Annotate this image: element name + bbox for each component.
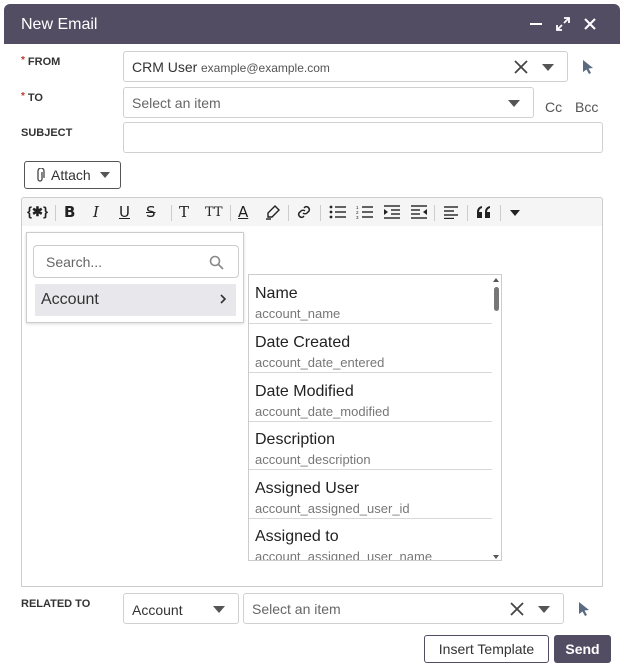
from-value-email: example@example.com xyxy=(201,61,330,75)
related-to-label: RELATED TO xyxy=(21,598,91,610)
list-item[interactable]: Date Created account_date_entered xyxy=(249,324,492,373)
clear-icon[interactable] xyxy=(514,60,528,74)
toolbar-divider xyxy=(320,205,321,221)
paperclip-icon xyxy=(35,167,45,183)
underline-icon[interactable]: U xyxy=(119,203,130,221)
bullet-list-icon[interactable] xyxy=(329,203,347,221)
minimize-icon[interactable] xyxy=(526,14,546,34)
scroll-down-icon[interactable] xyxy=(493,555,499,559)
toolbar-divider xyxy=(171,205,172,221)
to-placeholder: Select an item xyxy=(132,95,221,111)
svg-text:3: 3 xyxy=(356,215,359,219)
chevron-down-icon[interactable] xyxy=(508,100,520,107)
email-body-editor[interactable]: Search... Account Name account_name Date… xyxy=(21,226,603,587)
cc-link[interactable]: Cc xyxy=(545,99,562,115)
chevron-down-icon[interactable] xyxy=(538,606,550,613)
indent-icon[interactable] xyxy=(383,203,401,221)
align-icon[interactable] xyxy=(443,203,459,221)
toolbar-divider xyxy=(230,205,231,221)
search-icon xyxy=(209,255,224,275)
chevron-down-icon[interactable] xyxy=(542,64,554,71)
list-item[interactable]: Date Modified account_date_modified xyxy=(249,373,492,422)
clear-icon[interactable] xyxy=(510,602,524,616)
scroll-up-icon[interactable] xyxy=(493,278,499,282)
font-size-icon[interactable]: T xyxy=(179,203,189,221)
highlight-icon[interactable] xyxy=(265,203,281,221)
to-select[interactable]: Select an item xyxy=(123,87,534,118)
new-email-dialog: New Email * FROM CRM User example@example… xyxy=(4,4,620,669)
close-icon[interactable] xyxy=(580,14,600,34)
scroll-thumb[interactable] xyxy=(494,287,499,311)
from-label: * FROM xyxy=(21,55,61,68)
toolbar-divider xyxy=(467,205,468,221)
list-item[interactable]: Assigned to account_assigned_user_name xyxy=(249,518,492,560)
dialog-title: New Email xyxy=(21,16,98,33)
send-button[interactable]: Send xyxy=(554,635,611,663)
attach-button[interactable]: Attach xyxy=(24,161,121,189)
toolbar-divider xyxy=(288,205,289,221)
select-pointer-icon[interactable] xyxy=(576,601,592,617)
blockquote-icon[interactable] xyxy=(477,203,492,221)
chevron-down-icon[interactable] xyxy=(213,606,225,613)
variables-icon[interactable]: {✱} xyxy=(27,203,48,221)
maximize-icon[interactable] xyxy=(553,14,573,34)
insert-template-button[interactable]: Insert Template xyxy=(424,635,549,663)
related-module-select[interactable]: Account xyxy=(123,593,239,624)
editor-toolbar: {✱} B I U S T TT A 123 xyxy=(21,197,603,227)
toolbar-divider xyxy=(434,205,435,221)
numbered-list-icon[interactable]: 123 xyxy=(356,203,374,221)
from-select[interactable]: CRM User example@example.com xyxy=(123,51,568,82)
toolbar-divider xyxy=(55,205,56,221)
variable-module-panel: Search... Account xyxy=(26,232,244,323)
toolbar-divider xyxy=(500,205,501,221)
to-label: * TO xyxy=(21,91,43,104)
bold-icon[interactable]: B xyxy=(64,203,75,221)
variable-field-list: Name account_name Date Created account_d… xyxy=(248,274,502,561)
list-scrollbar[interactable] xyxy=(491,275,501,560)
variable-search-input[interactable]: Search... xyxy=(33,245,239,278)
font-size-small-icon[interactable]: TT xyxy=(205,203,223,221)
chevron-right-icon xyxy=(219,292,227,310)
list-item[interactable]: Description account_description xyxy=(249,421,492,470)
subject-input[interactable] xyxy=(123,122,603,153)
link-icon[interactable] xyxy=(296,203,312,221)
bcc-link[interactable]: Bcc xyxy=(575,99,598,115)
strikethrough-icon[interactable]: S xyxy=(146,203,156,221)
dialog-header: New Email xyxy=(4,4,620,44)
italic-icon[interactable]: I xyxy=(93,203,99,221)
outdent-icon[interactable] xyxy=(410,203,428,221)
module-item-account[interactable]: Account xyxy=(35,284,236,316)
more-options-icon[interactable] xyxy=(510,210,520,216)
list-item[interactable]: Name account_name xyxy=(249,275,492,324)
related-item-select[interactable]: Select an item xyxy=(243,593,564,624)
from-value-name: CRM User xyxy=(132,59,198,75)
text-color-icon[interactable]: A xyxy=(238,203,248,221)
select-pointer-icon[interactable] xyxy=(580,59,596,75)
subject-label: SUBJECT xyxy=(21,127,73,139)
chevron-down-icon xyxy=(99,172,110,178)
list-item[interactable]: Assigned User account_assigned_user_id xyxy=(249,470,492,519)
